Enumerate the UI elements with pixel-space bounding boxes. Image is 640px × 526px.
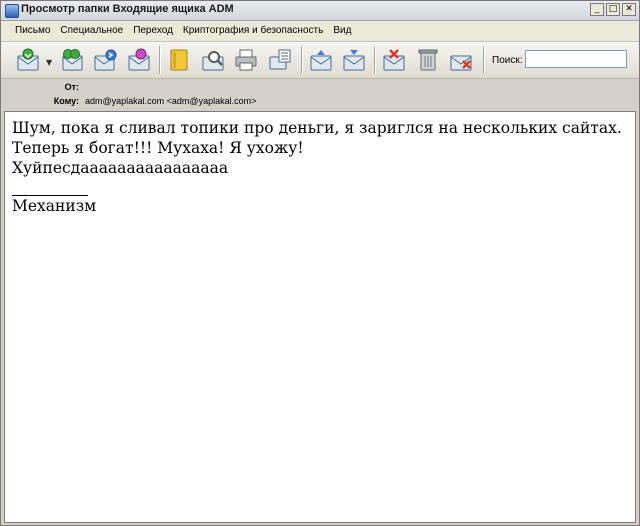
address-book-icon[interactable]	[166, 47, 192, 73]
toolbar-separator	[374, 46, 375, 74]
title-bar[interactable]: Просмотр папки Входящие ящика ADM _ □ ✕	[1, 1, 639, 21]
search-input[interactable]	[525, 50, 627, 68]
search-label: Поиск:	[492, 55, 523, 66]
menu-item-letter[interactable]: Письмо	[15, 25, 50, 36]
previous-message-icon[interactable]	[308, 47, 334, 73]
menu-bar: Письмо Специальное Переход Криптография …	[1, 21, 639, 42]
toolbar: ▼ Поиск:	[1, 42, 639, 79]
find-icon[interactable]	[200, 47, 226, 73]
print-icon[interactable]	[233, 47, 259, 73]
menu-item-crypto[interactable]: Криптография и безопасность	[183, 25, 323, 36]
message-text: Шум, пока я сливал топики про деньги, я …	[12, 118, 622, 178]
to-label: Кому:	[53, 96, 79, 106]
window-title: Просмотр папки Входящие ящика ADM	[21, 3, 234, 15]
mark-junk-icon[interactable]	[381, 47, 407, 73]
message-body[interactable]: Шум, пока я сливал топики про деньги, я …	[4, 111, 636, 523]
toolbar-separator	[301, 46, 302, 74]
minimize-button[interactable]: _	[590, 3, 604, 16]
signature: Механизм	[12, 197, 97, 215]
toolbar-separator	[483, 46, 484, 74]
maximize-button[interactable]: □	[606, 3, 620, 16]
message-line: Теперь я богат!!! Мухаха! Я ухожу!	[12, 139, 304, 157]
mail-viewer-window: Просмотр папки Входящие ящика ADM _ □ ✕ …	[0, 0, 640, 526]
reply-all-icon[interactable]	[59, 47, 85, 73]
message-header: От: Кому: adm@yaplakal.com <adm@yaplakal…	[1, 79, 639, 111]
close-button[interactable]: ✕	[622, 3, 636, 16]
next-message-icon[interactable]	[341, 47, 367, 73]
move-icon[interactable]	[126, 47, 152, 73]
get-mail-dropdown-icon[interactable]: ▼	[46, 58, 52, 67]
menu-item-go[interactable]: Переход	[133, 25, 173, 36]
delete-icon[interactable]	[415, 47, 441, 73]
app-icon	[5, 4, 19, 18]
forward-icon[interactable]	[92, 47, 118, 73]
from-label: От:	[64, 82, 79, 92]
get-mail-icon[interactable]	[15, 47, 41, 73]
message-line: Хуйпесдаааааааааааааааа	[12, 159, 229, 177]
menu-item-special[interactable]: Специальное	[60, 25, 123, 36]
to-value[interactable]: adm@yaplakal.com <adm@yaplakal.com>	[85, 96, 256, 106]
window-controls: _ □ ✕	[590, 3, 636, 16]
not-junk-icon[interactable]	[448, 47, 474, 73]
print-preview-icon[interactable]	[267, 47, 293, 73]
menu-item-view[interactable]: Вид	[333, 25, 351, 36]
message-line: Шум, пока я сливал топики про деньги, я …	[12, 119, 622, 137]
toolbar-separator	[159, 46, 160, 74]
